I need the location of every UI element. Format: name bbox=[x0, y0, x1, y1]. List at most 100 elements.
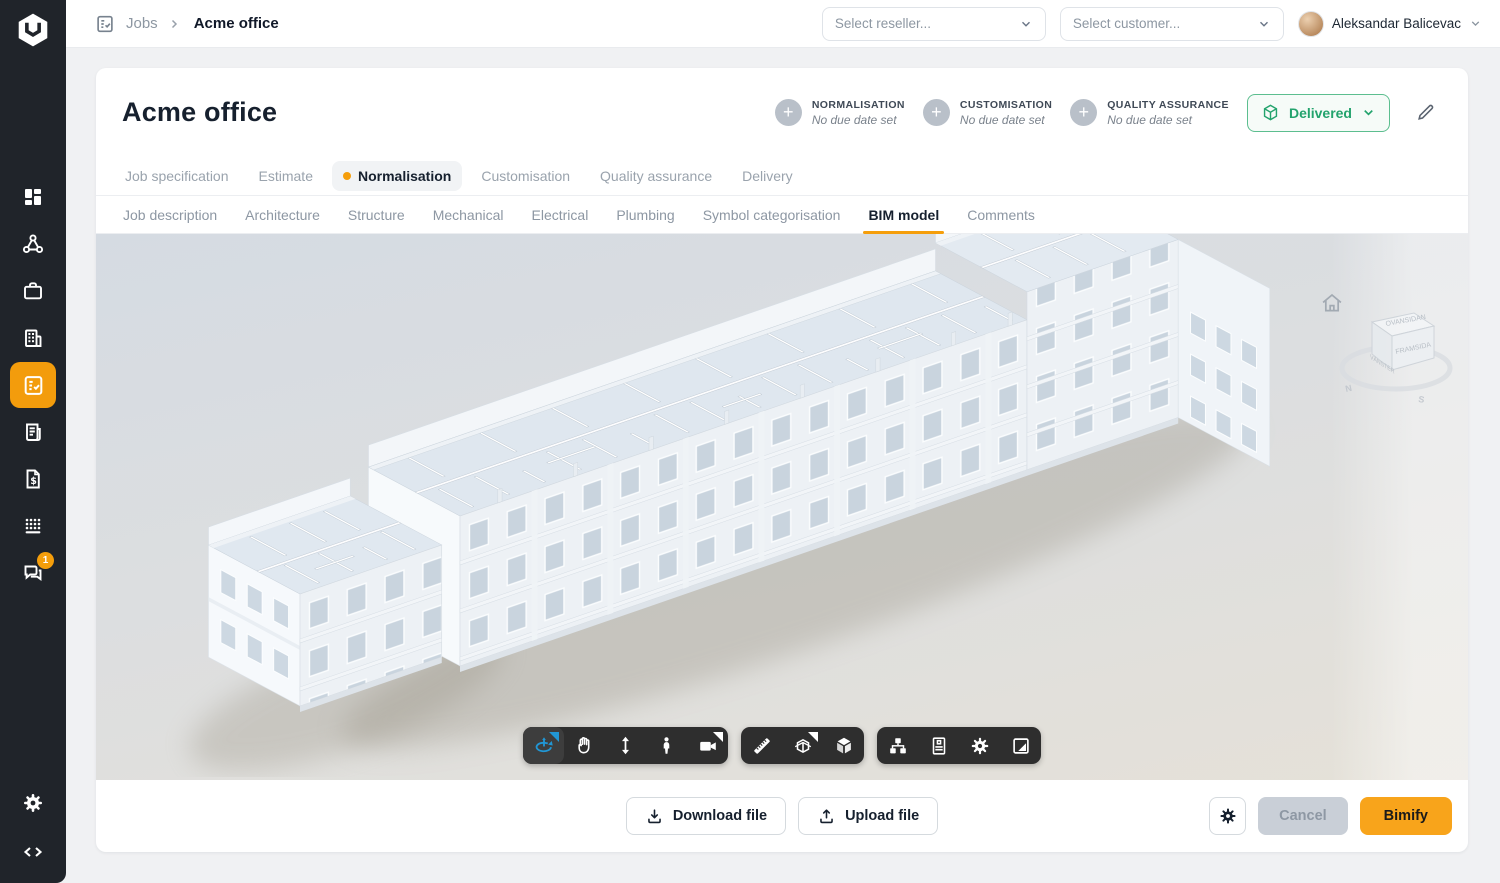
subtab-electrical[interactable]: Electrical bbox=[523, 196, 598, 233]
subtab-comments[interactable]: Comments bbox=[958, 196, 1044, 233]
tab-label: Normalisation bbox=[358, 168, 451, 184]
viewer-settings-tool[interactable] bbox=[959, 727, 1000, 764]
chevron-down-icon bbox=[1469, 17, 1482, 30]
tab-job-specification[interactable]: Job specification bbox=[114, 161, 240, 191]
add-due-date-icon[interactable]: + bbox=[923, 99, 950, 126]
subtab-job-description[interactable]: Job description bbox=[114, 196, 226, 233]
orbit-tool[interactable] bbox=[523, 727, 564, 764]
sidebar-item-messages[interactable]: 1 bbox=[10, 550, 56, 596]
chevron-right-icon bbox=[168, 18, 180, 30]
subtab-structure[interactable]: Structure bbox=[339, 196, 414, 233]
sidebar-item-orders[interactable] bbox=[10, 409, 56, 455]
user-menu[interactable]: Aleksandar Balicevac bbox=[1298, 11, 1482, 37]
subtab-bim-model[interactable]: BIM model bbox=[859, 196, 948, 233]
properties-tool[interactable] bbox=[918, 727, 959, 764]
fullscreen-icon bbox=[1010, 735, 1032, 757]
orbit-icon bbox=[533, 735, 555, 757]
invoice-dollar-icon: $ bbox=[21, 467, 45, 491]
dashboard-icon bbox=[21, 185, 45, 209]
tab-quality-assurance[interactable]: Quality assurance bbox=[589, 161, 723, 191]
section-plane-icon bbox=[792, 735, 814, 757]
status-label: Delivered bbox=[1289, 105, 1352, 121]
sidebar-item-network[interactable] bbox=[10, 221, 56, 267]
chevron-down-icon bbox=[1361, 105, 1376, 120]
breadcrumb-jobs[interactable]: Jobs bbox=[126, 15, 158, 32]
subtab-symbol-categorisation[interactable]: Symbol categorisation bbox=[694, 196, 850, 233]
tab-customisation[interactable]: Customisation bbox=[470, 161, 581, 191]
tab-delivery[interactable]: Delivery bbox=[731, 161, 804, 191]
header-actions: + NORMALISATION No due date set + CUSTOM… bbox=[775, 94, 1442, 132]
zoom-tool[interactable] bbox=[605, 727, 646, 764]
add-due-date-icon[interactable]: + bbox=[1070, 99, 1097, 126]
milestone-quality-assurance[interactable]: + QUALITY ASSURANCE No due date set bbox=[1070, 99, 1229, 127]
gear-icon bbox=[21, 791, 45, 815]
stage-tabs: Job specification Estimate Normalisation… bbox=[96, 157, 1468, 196]
tab-normalisation[interactable]: Normalisation bbox=[332, 161, 462, 191]
explode-tool[interactable] bbox=[823, 727, 864, 764]
sidebar-item-jobs[interactable] bbox=[10, 362, 56, 408]
job-settings-button[interactable] bbox=[1209, 797, 1246, 835]
reseller-placeholder: Select reseller... bbox=[835, 16, 1019, 31]
cancel-button[interactable]: Cancel bbox=[1258, 797, 1348, 835]
sidebar-item-billing[interactable]: $ bbox=[10, 456, 56, 502]
briefcase-icon bbox=[21, 279, 45, 303]
upload-file-button[interactable]: Upload file bbox=[798, 797, 938, 835]
upload-file-label: Upload file bbox=[845, 808, 919, 824]
bimify-button[interactable]: Bimify bbox=[1360, 797, 1452, 835]
customer-select[interactable]: Select customer... bbox=[1060, 7, 1284, 41]
pencil-icon bbox=[1415, 103, 1435, 123]
fullscreen-tool[interactable] bbox=[1000, 727, 1041, 764]
section-tool[interactable] bbox=[782, 727, 823, 764]
bim-building-model bbox=[96, 234, 1468, 777]
breadcrumb-current: Acme office bbox=[194, 15, 279, 32]
toolbar-navigation-group bbox=[523, 727, 728, 764]
edit-job-button[interactable] bbox=[1408, 96, 1442, 130]
page-background: Acme office + NORMALISATION No due date … bbox=[66, 48, 1500, 883]
viewer-toolbar bbox=[523, 727, 1041, 764]
status-dropdown[interactable]: Delivered bbox=[1247, 94, 1390, 132]
compass-south-label: S bbox=[1418, 394, 1425, 405]
sidebar-item-company[interactable] bbox=[10, 315, 56, 361]
reseller-select[interactable]: Select reseller... bbox=[822, 7, 1046, 41]
sidebar-item-settings[interactable] bbox=[10, 780, 56, 826]
view-cube[interactable]: N S OVANSIDAN VÄNSTER FRAMSIDA bbox=[1334, 304, 1460, 410]
tab-estimate[interactable]: Estimate bbox=[248, 161, 324, 191]
card-footer: Download file Upload file bbox=[96, 780, 1468, 852]
chevron-down-icon bbox=[1257, 17, 1271, 31]
sidebar-item-dashboard[interactable] bbox=[10, 174, 56, 220]
section-tabs: Job description Architecture Structure M… bbox=[96, 196, 1468, 234]
user-name: Aleksandar Balicevac bbox=[1332, 16, 1461, 31]
milestone-customisation[interactable]: + CUSTOMISATION No due date set bbox=[923, 99, 1052, 127]
milestone-due: No due date set bbox=[960, 113, 1052, 127]
download-file-button[interactable]: Download file bbox=[626, 797, 786, 835]
job-checklist-icon bbox=[21, 373, 46, 398]
download-file-label: Download file bbox=[673, 808, 767, 824]
app-logo[interactable] bbox=[15, 11, 51, 54]
ruler-icon bbox=[751, 735, 773, 757]
network-icon bbox=[21, 232, 45, 256]
milestone-label: NORMALISATION bbox=[812, 99, 905, 111]
milestone-normalisation[interactable]: + NORMALISATION No due date set bbox=[775, 99, 905, 127]
sidebar-item-briefcase[interactable] bbox=[10, 268, 56, 314]
hexagon-logo-icon bbox=[15, 11, 51, 49]
add-due-date-icon[interactable]: + bbox=[775, 99, 802, 126]
subtab-mechanical[interactable]: Mechanical bbox=[424, 196, 513, 233]
walk-tool[interactable] bbox=[646, 727, 687, 764]
sidebar-item-developer[interactable] bbox=[10, 829, 56, 875]
sidebar-item-models[interactable] bbox=[10, 503, 56, 549]
subtab-plumbing[interactable]: Plumbing bbox=[607, 196, 683, 233]
person-icon bbox=[656, 735, 677, 756]
bim-viewer-canvas[interactable]: N S OVANSIDAN VÄNSTER FRAMSIDA bbox=[96, 234, 1468, 780]
page-title: Acme office bbox=[122, 97, 277, 128]
upload-icon bbox=[817, 807, 836, 826]
chat-badge: 1 bbox=[37, 552, 54, 569]
pan-tool[interactable] bbox=[564, 727, 605, 764]
camera-tool[interactable] bbox=[687, 727, 728, 764]
vertical-zoom-icon bbox=[615, 735, 636, 756]
subtab-architecture[interactable]: Architecture bbox=[236, 196, 329, 233]
model-tree-tool[interactable] bbox=[877, 727, 918, 764]
measure-tool[interactable] bbox=[741, 727, 782, 764]
breadcrumb: Jobs Acme office bbox=[94, 13, 279, 35]
milestone-due: No due date set bbox=[1107, 113, 1229, 127]
compass-north-label: N bbox=[1344, 383, 1352, 394]
